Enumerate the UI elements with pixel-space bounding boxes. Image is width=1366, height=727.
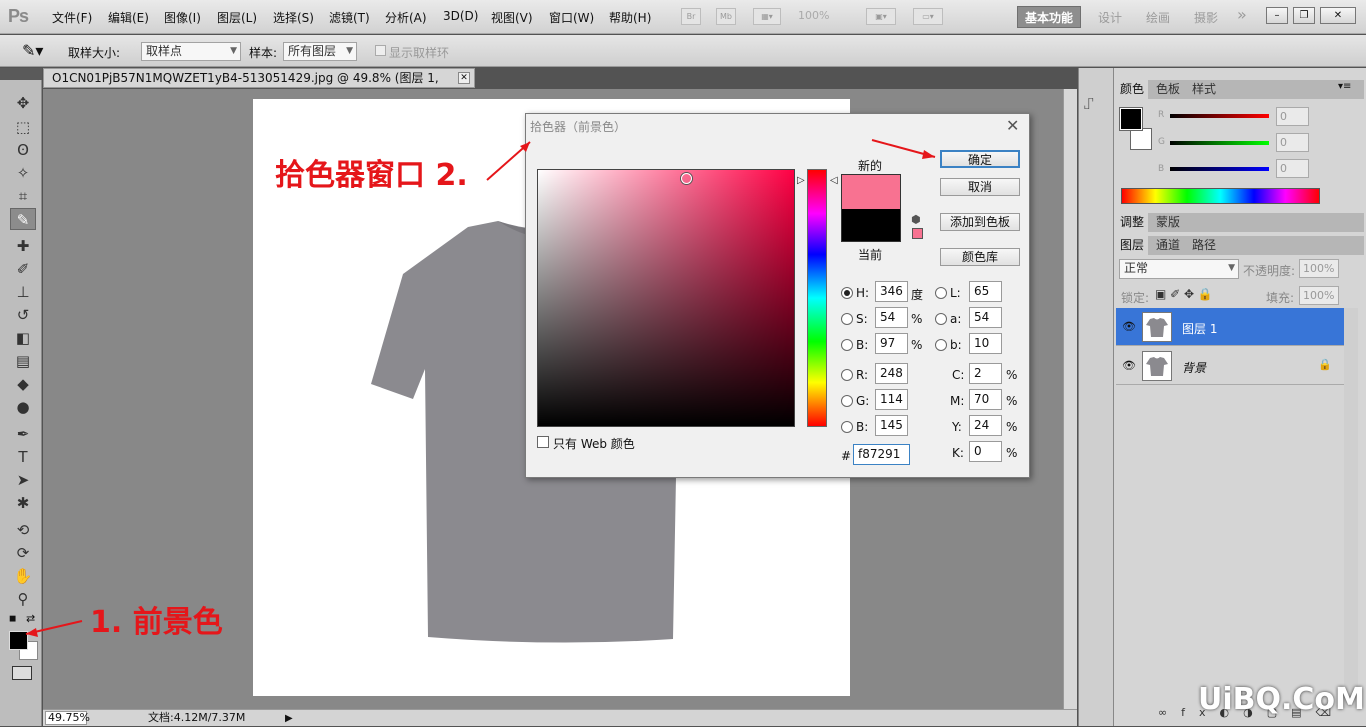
picker-window-annotation: 拾色器窗口 2. [275, 158, 468, 193]
foreground-annotation: 1. 前景色 [90, 605, 223, 640]
site-watermark: UiBQ.CoM [1198, 682, 1365, 717]
